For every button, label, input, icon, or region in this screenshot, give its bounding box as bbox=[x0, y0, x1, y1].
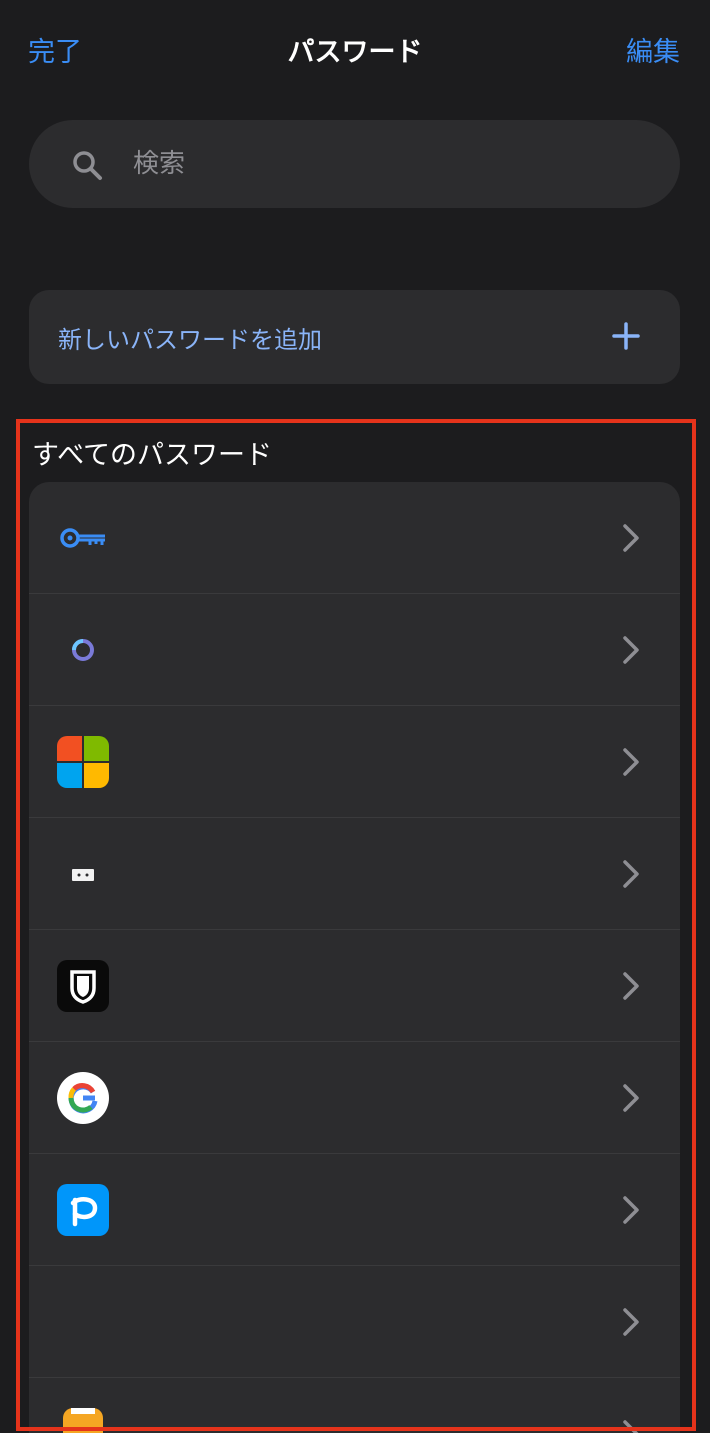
add-password-label: 新しいパスワードを追加 bbox=[58, 326, 322, 354]
chevron-right-icon bbox=[623, 1420, 639, 1433]
partial-app-icon bbox=[63, 1408, 103, 1433]
password-row[interactable] bbox=[29, 1042, 680, 1154]
key-icon bbox=[60, 528, 105, 548]
password-row[interactable] bbox=[29, 1266, 680, 1378]
password-row[interactable] bbox=[29, 818, 680, 930]
microsoft-icon bbox=[57, 736, 109, 788]
password-row[interactable] bbox=[29, 594, 680, 706]
password-row[interactable] bbox=[29, 930, 680, 1042]
chevron-right-icon bbox=[623, 524, 639, 552]
ring-app-icon bbox=[72, 639, 94, 661]
google-icon bbox=[57, 1072, 109, 1124]
password-row[interactable] bbox=[29, 482, 680, 594]
password-row[interactable] bbox=[29, 1154, 680, 1266]
chevron-right-icon bbox=[623, 1308, 639, 1336]
password-row[interactable] bbox=[29, 706, 680, 818]
search-input[interactable] bbox=[133, 120, 653, 208]
search-icon bbox=[73, 151, 102, 180]
shield-app-icon bbox=[57, 960, 109, 1012]
edit-button[interactable]: 編集 bbox=[626, 30, 680, 69]
chevron-right-icon bbox=[623, 1084, 639, 1112]
chevron-right-icon bbox=[623, 636, 639, 664]
password-row[interactable] bbox=[29, 1378, 680, 1433]
navigation-bar: 完了 パスワード 編集 bbox=[0, 0, 710, 100]
chevron-right-icon bbox=[623, 1196, 639, 1224]
chevron-right-icon bbox=[623, 748, 639, 776]
page-title: パスワード bbox=[287, 37, 423, 68]
chevron-right-icon bbox=[623, 860, 639, 888]
pixiv-icon bbox=[57, 1184, 109, 1236]
small-app-icon bbox=[72, 869, 94, 881]
plus-icon bbox=[612, 322, 640, 350]
search-bar[interactable] bbox=[29, 120, 680, 208]
add-password-button[interactable]: 新しいパスワードを追加 bbox=[29, 290, 680, 384]
section-title: すべてのパスワード bbox=[32, 440, 273, 471]
password-list bbox=[29, 482, 680, 1433]
chevron-right-icon bbox=[623, 972, 639, 1000]
